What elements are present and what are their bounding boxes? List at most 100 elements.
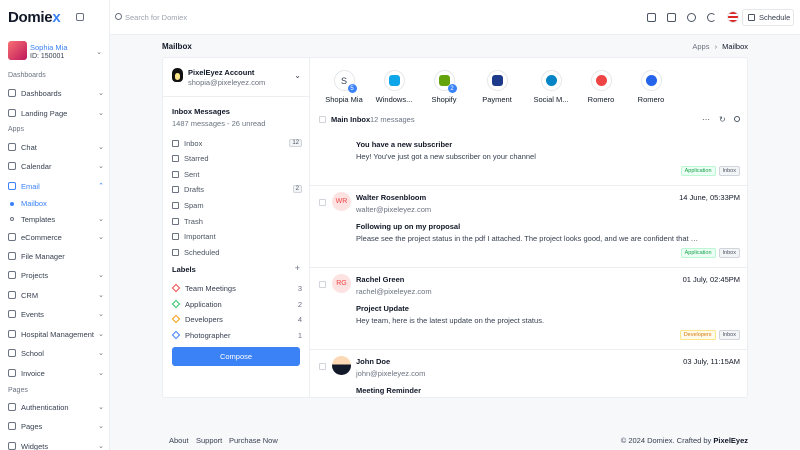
sidebar-item-widgets[interactable]: Widgets ⌄ (8, 439, 104, 450)
folder-important[interactable]: Important (172, 230, 302, 242)
footer-about-link[interactable]: About (169, 436, 189, 445)
add-label-icon[interactable]: + (295, 263, 300, 273)
mail-item[interactable]: You have a new subscriber Hey! You've ju… (310, 114, 747, 186)
notification-icon[interactable] (667, 13, 676, 22)
schedule-button[interactable]: Schedule (742, 9, 794, 26)
lock-icon (8, 403, 16, 411)
mail-date: 14 June, 05:33PM (679, 193, 740, 202)
chevron-down-icon: ⌄ (98, 144, 104, 151)
chevron-down-icon: ⌄ (294, 71, 301, 80)
inbox-title: Inbox Messages (172, 107, 230, 116)
apps-grid-icon[interactable] (647, 13, 656, 22)
mail-tags: Developers Inbox (679, 330, 740, 340)
chevron-down-icon: ⌄ (98, 404, 104, 411)
email-icon (8, 182, 16, 190)
mail-subject: You have a new subscriber (356, 140, 453, 149)
mail-item[interactable]: John Doe john@pixeleyez.com 03 July, 11:… (310, 350, 747, 397)
sidebar-item-calendar[interactable]: Calendar ⌄ (8, 159, 104, 173)
sidebar-item-pages[interactable]: Pages ⌄ (8, 419, 104, 433)
mail-body: Please see the project status in the pdf… (356, 234, 701, 243)
sidebar-toggle-icon[interactable] (76, 13, 84, 21)
diamond-icon (171, 299, 181, 309)
mail-checkbox[interactable] (319, 363, 326, 370)
school-icon (8, 349, 16, 357)
footer-purchase-link[interactable]: Purchase Now (229, 436, 278, 445)
important-icon (172, 232, 179, 240)
footer-support-link[interactable]: Support (196, 436, 222, 445)
sidebar-item-ecommerce[interactable]: eCommerce ⌄ (8, 230, 104, 244)
breadcrumb-current: Mailbox (722, 42, 748, 51)
account-switcher[interactable]: PixelEyez Account shopia@pixeleyez.com ⌄ (163, 58, 310, 97)
diamond-icon (171, 314, 181, 324)
label-application[interactable]: Application 2 (171, 298, 302, 310)
mail-item[interactable]: RG Rachel Green rachel@pixeleyez.com 01 … (310, 268, 747, 350)
invoice-icon (8, 369, 16, 377)
label-developers[interactable]: Developers 4 (171, 313, 302, 325)
label-photographer[interactable]: Photographer 1 (171, 329, 302, 341)
sidebar-item-email[interactable]: Email ⌃ (8, 179, 104, 193)
folder-drafts[interactable]: Drafts 2 (172, 183, 302, 195)
mail-email: rachel@pixeleyez.com (356, 287, 432, 296)
avatar (332, 356, 351, 375)
folder-inbox[interactable]: Inbox 12 (172, 137, 302, 149)
events-icon (8, 310, 16, 318)
settings-icon[interactable] (687, 13, 696, 22)
mail-sender: John Doe (356, 357, 391, 366)
mailbox-right-panel: S5 Shopia Mia Windows... 2 Shopify Payme… (310, 58, 747, 397)
romero-icon (640, 70, 662, 91)
section-dashboards: Dashboards (8, 72, 46, 79)
breadcrumb-apps[interactable]: Apps (692, 42, 709, 51)
chevron-up-icon: ⌃ (98, 183, 104, 190)
moon-icon[interactable] (707, 13, 716, 22)
language-flag-icon[interactable] (727, 11, 739, 23)
user-id: ID: 150001 (30, 53, 65, 60)
mail-sender: Rachel Green (356, 275, 405, 284)
section-apps: Apps (8, 126, 24, 133)
sidebar-item-mailbox[interactable]: Mailbox (8, 197, 104, 210)
folder-trash[interactable]: Trash (172, 215, 302, 227)
sidebar-item-school[interactable]: School ⌄ (8, 346, 104, 360)
brand-logo[interactable]: Domiex (8, 9, 61, 26)
folder-sent[interactable]: Sent (172, 168, 302, 180)
sidebar-item-dashboards[interactable]: Dashboards ⌄ (8, 86, 104, 100)
folder-scheduled[interactable]: Scheduled (172, 246, 302, 258)
projects-icon (8, 271, 16, 279)
sidebar-item-landing-page[interactable]: Landing Page ⌄ (8, 106, 104, 120)
label-team-meetings[interactable]: Team Meetings 3 (171, 282, 302, 294)
compose-button[interactable]: Compose (172, 347, 300, 366)
crafted-by[interactable]: PixelEyez (713, 436, 748, 445)
sidebar-item-invoice[interactable]: Invoice ⌄ (8, 366, 104, 380)
mail-tags: Application Inbox (680, 166, 740, 176)
app-shopify[interactable]: 2 Shopify (414, 70, 474, 104)
cart-icon (8, 233, 16, 241)
sidebar-item-file-manager[interactable]: File Manager (8, 249, 104, 263)
breadcrumb: Apps › Mailbox (692, 42, 748, 51)
section-pages: Pages (8, 387, 28, 394)
folder-spam[interactable]: Spam (172, 199, 302, 211)
sidebar-item-chat[interactable]: Chat ⌄ (8, 140, 104, 154)
search-input[interactable] (125, 10, 265, 24)
app-payment[interactable]: Payment (467, 70, 527, 104)
draft-icon (172, 185, 179, 193)
folder-starred[interactable]: Starred (172, 152, 302, 164)
mail-date: 01 July, 02:45PM (682, 275, 740, 284)
dashboard-icon (8, 89, 16, 97)
sidebar-item-authentication[interactable]: Authentication ⌄ (8, 400, 104, 414)
mail-item[interactable]: WR Walter Rosenbloom walter@pixeleyez.co… (310, 186, 747, 268)
sidebar-item-hospital-management[interactable]: Hospital Management ⌄ (8, 327, 104, 341)
user-profile[interactable]: Sophia Mia ID: 150001 ⌄ (8, 41, 104, 63)
sidebar-item-events[interactable]: Events ⌄ (8, 307, 104, 321)
chevron-down-icon: ⌄ (98, 331, 104, 338)
mail-checkbox[interactable] (319, 281, 326, 288)
account-name: PixelEyez Account (188, 68, 255, 77)
folder-icon (8, 252, 16, 260)
tag-application: Application (680, 248, 716, 258)
sidebar-item-crm[interactable]: CRM ⌄ (8, 288, 104, 302)
sidebar-item-templates[interactable]: Templates ⌄ (8, 212, 104, 226)
chevron-down-icon: ⌄ (98, 110, 104, 117)
sidebar-item-projects[interactable]: Projects ⌄ (8, 268, 104, 282)
mail-checkbox[interactable] (319, 199, 326, 206)
inbox-icon (172, 139, 179, 147)
app-badge: 5 (347, 84, 357, 93)
app-romero-2[interactable]: Romero (621, 70, 681, 104)
